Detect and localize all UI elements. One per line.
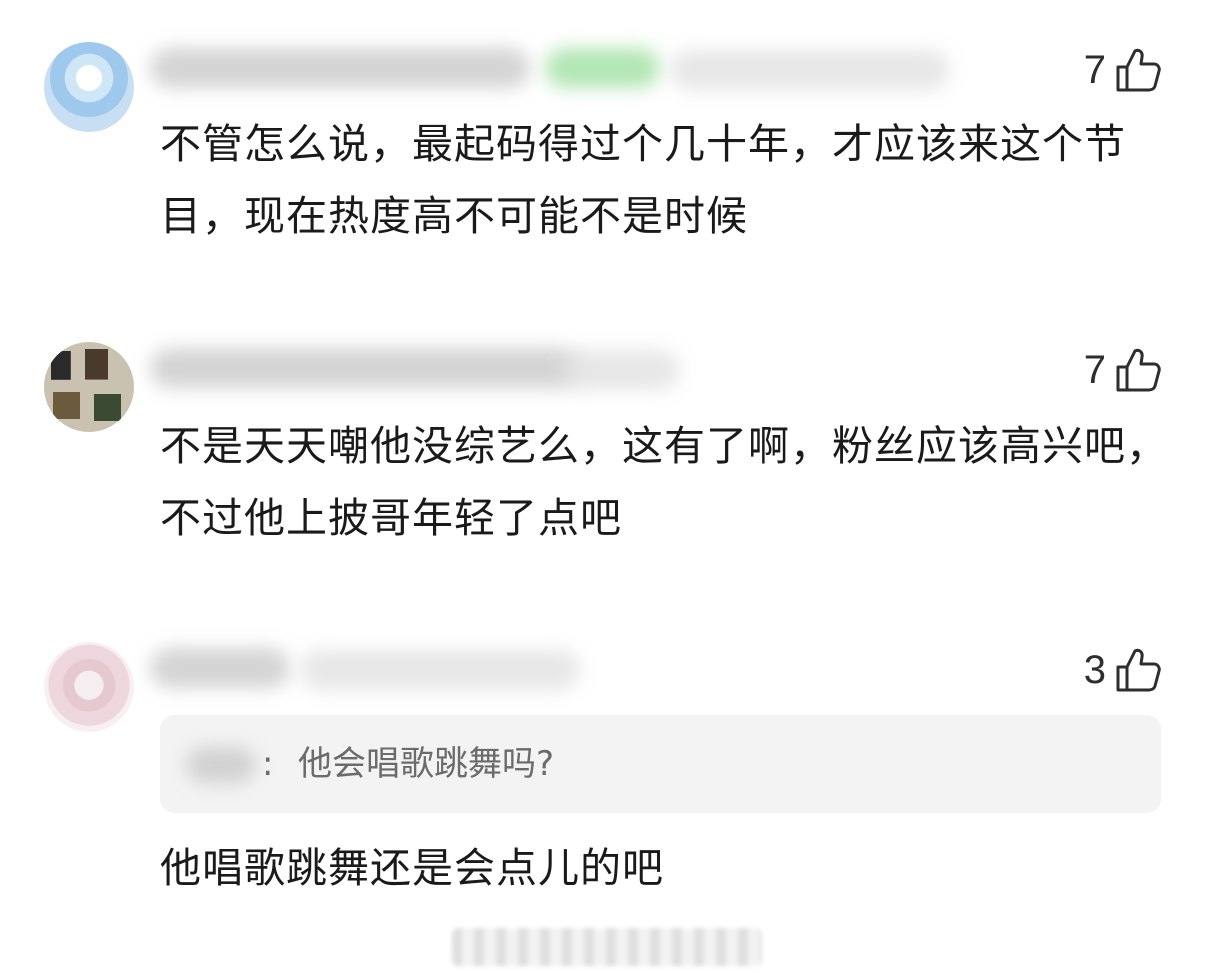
comment-text: 不是天天嘲他没综艺么，这有了啊，粉丝应该高兴吧，不过他上披哥年轻了点吧	[160, 422, 1168, 542]
quoted-text: 他会唱歌跳舞吗?	[298, 744, 555, 784]
avatar[interactable]	[44, 42, 134, 132]
like-group[interactable]: 3	[1084, 646, 1162, 694]
comment-meta-blurred	[670, 50, 950, 90]
thumbs-up-icon[interactable]	[1114, 46, 1162, 94]
comment-meta-blurred	[560, 350, 680, 390]
username-blurred[interactable]	[150, 648, 290, 688]
comment-text: 不管怎么说，最起码得过个几十年，才应该来这个节目，现在热度高不可能不是时候	[160, 120, 1126, 240]
quoted-username-blurred	[186, 747, 256, 783]
avatar[interactable]	[44, 642, 134, 732]
like-count: 7	[1083, 48, 1106, 92]
like-count: 3	[1083, 648, 1106, 692]
watermark-blurred	[452, 928, 762, 966]
comment-meta-blurred	[300, 650, 580, 690]
user-badge-blurred	[545, 48, 660, 88]
like-group[interactable]: 7	[1084, 346, 1162, 394]
quote-separator: :	[262, 744, 274, 784]
like-group[interactable]: 7	[1084, 46, 1162, 94]
username-blurred[interactable]	[150, 48, 530, 88]
thumbs-up-icon[interactable]	[1114, 346, 1162, 394]
comment-text: 他唱歌跳舞还是会点儿的吧	[160, 844, 664, 892]
avatar[interactable]	[44, 342, 134, 432]
username-blurred[interactable]	[150, 348, 580, 388]
like-count: 7	[1083, 348, 1106, 392]
quoted-reply[interactable]: : 他会唱歌跳舞吗?	[160, 715, 1161, 813]
thumbs-up-icon[interactable]	[1114, 646, 1162, 694]
